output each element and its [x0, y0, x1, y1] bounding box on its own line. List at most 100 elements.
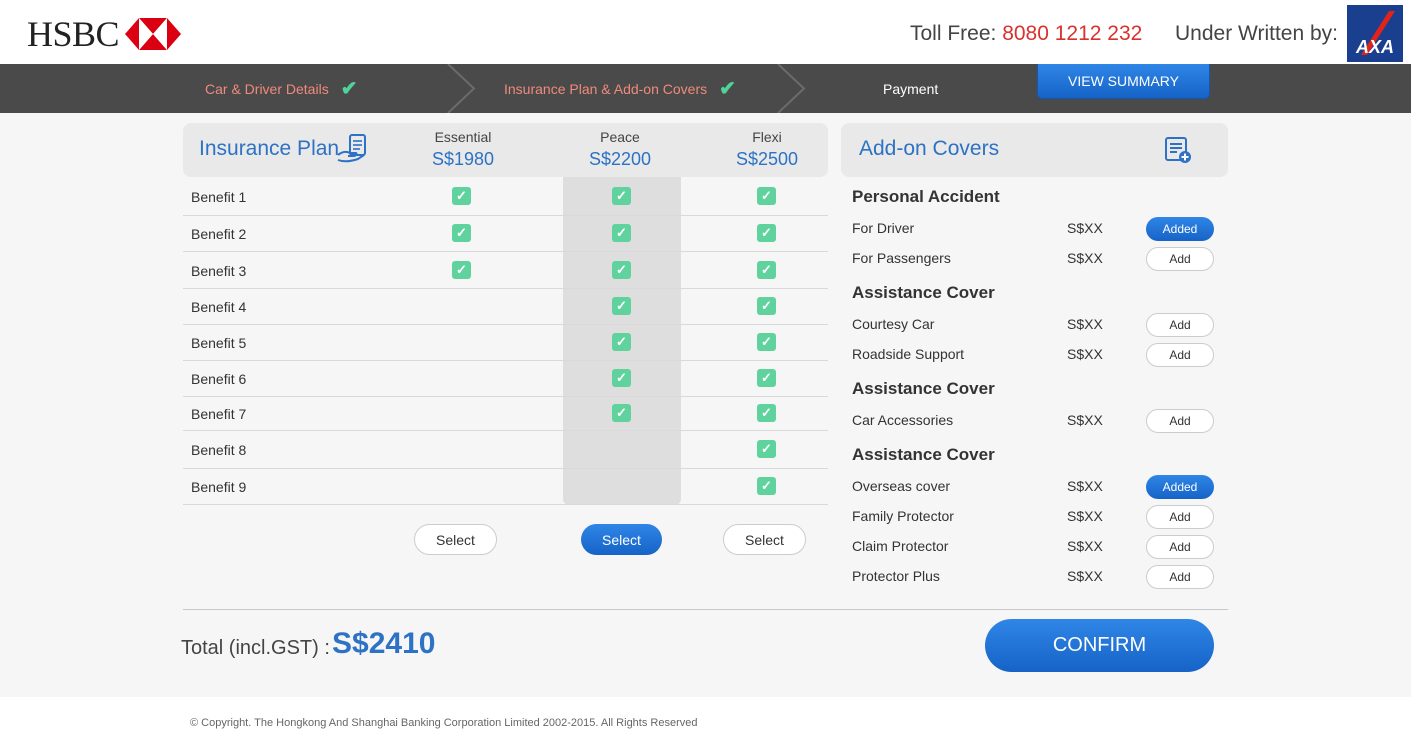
step-car-driver-details[interactable]: Car & Driver Details ✔ — [205, 64, 357, 113]
toll-free-number[interactable]: 8080 1212 232 — [1002, 22, 1142, 45]
check-icon: ✓ — [757, 186, 776, 205]
benefit-label: Benefit 5 — [191, 335, 247, 351]
addon-price: S$XX — [1067, 508, 1103, 524]
plan-name: Flexi — [752, 129, 782, 145]
svg-text:AXA: AXA — [1355, 37, 1394, 57]
table-row: Benefit 9 — [183, 469, 828, 505]
plan-column-peace: Peace S$2200 — [565, 128, 675, 172]
check-icon: ✓ — [757, 369, 776, 387]
add-button[interactable]: Add — [1146, 343, 1214, 367]
list-item: For Passengers S$XX Add — [852, 247, 1214, 271]
addon-label: Courtesy Car — [852, 316, 935, 332]
addon-price: S$XX — [1067, 250, 1103, 266]
check-icon: ✓ — [612, 186, 631, 205]
step-label: Payment — [883, 80, 939, 97]
addon-price: S$XX — [1067, 346, 1103, 362]
addon-label: Overseas cover — [852, 478, 951, 494]
addon-label: Protector Plus — [852, 568, 940, 584]
total-label: Total (incl.GST) : — [181, 637, 330, 659]
check-icon: ✓ — [612, 260, 631, 279]
table-row: Benefit 5 — [183, 325, 828, 361]
footer: © Copyright. The Hongkong And Shanghai B… — [0, 697, 1411, 749]
check-icon: ✔ — [340, 78, 358, 100]
addon-price: S$XX — [1067, 220, 1103, 236]
hsbc-hexagon-icon — [125, 18, 182, 50]
table-row: Benefit 2 — [183, 216, 828, 252]
hsbc-logo[interactable]: HSBC — [27, 14, 182, 54]
addon-price: S$XX — [1067, 538, 1103, 554]
plan-name: Essential — [434, 129, 492, 145]
addon-section-title: Assistance Cover — [852, 445, 995, 464]
addon-section-title: Assistance Cover — [852, 379, 995, 398]
step-payment[interactable]: Payment — [883, 64, 938, 113]
check-icon: ✓ — [757, 224, 776, 242]
toll-free-label: Toll Free: — [910, 22, 997, 45]
add-button[interactable]: Add — [1146, 505, 1214, 529]
benefit-label: Benefit 9 — [191, 479, 247, 495]
list-item: Overseas cover S$XX Added — [852, 475, 1214, 499]
axa-logo-icon: AXA — [1347, 5, 1403, 62]
check-icon: ✔ — [719, 78, 736, 100]
step-label: Insurance Plan & Add-on Covers — [504, 80, 708, 97]
check-icon: ✓ — [612, 224, 631, 242]
total-value: S$2410 — [332, 627, 436, 660]
plan-column-flexi: Flexi S$2500 — [712, 128, 822, 172]
select-peace-button[interactable]: Select — [581, 524, 662, 555]
added-button[interactable]: Added — [1146, 217, 1214, 241]
add-button[interactable]: Add — [1146, 535, 1214, 559]
addon-label: For Driver — [852, 220, 915, 236]
confirm-button[interactable]: CONFIRM — [985, 619, 1214, 672]
benefit-label: Benefit 4 — [191, 299, 247, 315]
table-row: Benefit 8 — [183, 431, 828, 469]
step-insurance-plan[interactable]: Insurance Plan & Add-on Covers ✔ — [504, 64, 736, 113]
check-icon: ✓ — [757, 260, 776, 279]
divider — [183, 609, 1228, 610]
add-button[interactable]: Add — [1146, 313, 1214, 337]
chevron-right-icon — [447, 64, 476, 113]
list-item: Courtesy Car S$XX Add — [852, 313, 1214, 337]
table-row: Benefit 7 — [183, 397, 828, 431]
select-essential-button[interactable]: Select — [414, 524, 497, 555]
list-add-icon — [1165, 137, 1191, 163]
check-icon: ✓ — [452, 186, 471, 205]
add-button[interactable]: Add — [1146, 565, 1214, 589]
select-flexi-button[interactable]: Select — [723, 524, 806, 555]
benefit-label: Benefit 2 — [191, 226, 247, 242]
plan-price: S$2200 — [588, 149, 652, 169]
addon-section-title: Assistance Cover — [852, 283, 995, 302]
axa-logo: AXA — [1347, 5, 1403, 62]
added-button[interactable]: Added — [1146, 475, 1214, 499]
list-item: Car Accessories S$XX Add — [852, 409, 1214, 433]
step-label: Car & Driver Details — [205, 80, 329, 97]
table-row: Benefit 4 — [183, 289, 828, 325]
list-item: For Driver S$XX Added — [852, 217, 1214, 241]
benefit-label: Benefit 1 — [191, 188, 247, 205]
check-icon: ✓ — [612, 333, 631, 351]
addon-price: S$XX — [1067, 412, 1103, 428]
check-icon: ✓ — [452, 224, 471, 242]
addon-covers-header: Add-on Covers — [841, 123, 1228, 177]
check-icon: ✓ — [612, 404, 631, 422]
table-row: Benefit 1 — [183, 177, 828, 216]
add-button[interactable]: Add — [1146, 409, 1214, 433]
addon-label: Family Protector — [852, 508, 954, 524]
check-icon: ✓ — [757, 297, 776, 315]
addon-covers-title: Add-on Covers — [859, 137, 1000, 160]
list-item: Claim Protector S$XX Add — [852, 535, 1214, 559]
view-summary-button[interactable]: VIEW SUMMARY — [1037, 64, 1210, 99]
underwritten-label: Under Written by: — [1175, 22, 1339, 45]
header: HSBC Toll Free: 8080 1212 232 Under Writ… — [0, 0, 1411, 64]
add-button[interactable]: Add — [1146, 247, 1214, 271]
benefit-label: Benefit 6 — [191, 371, 247, 387]
check-icon: ✓ — [612, 369, 631, 387]
plan-price: S$1980 — [431, 149, 495, 169]
check-icon: ✓ — [452, 260, 471, 279]
chevron-right-icon — [777, 64, 806, 113]
addon-section-title: Personal Accident — [852, 187, 1000, 206]
toll-free: Toll Free: 8080 1212 232 — [910, 22, 1142, 46]
addon-price: S$XX — [1067, 316, 1103, 332]
list-item: Roadside Support S$XX Add — [852, 343, 1214, 367]
table-row: Benefit 3 — [183, 252, 828, 289]
check-icon: ✓ — [612, 297, 631, 315]
list-item: Family Protector S$XX Add — [852, 505, 1214, 529]
